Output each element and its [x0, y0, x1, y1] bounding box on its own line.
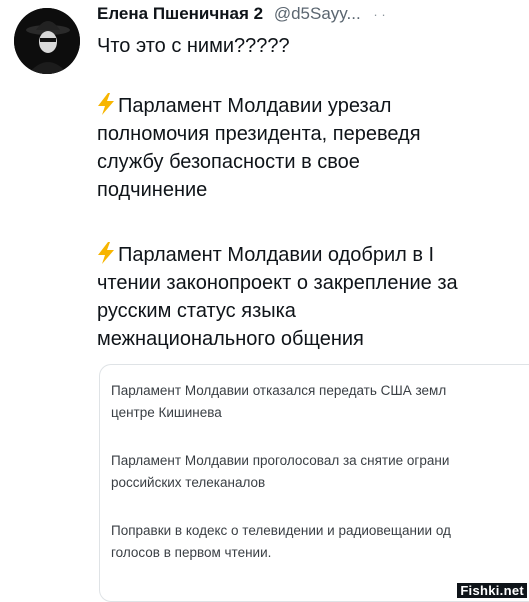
- tweet-lead-text: Что это с ними?????: [97, 35, 290, 57]
- card-text-line: Парламент Молдавии отказался передать СШ…: [111, 383, 447, 398]
- card-text-line: российских телеканалов: [111, 475, 266, 490]
- link-preview-card[interactable]: Парламент Молдавии отказался передать СШ…: [99, 364, 529, 602]
- avatar-image: [14, 8, 80, 74]
- tweet-header: Елена Пшеничная 2 @d5Sayy... · ·: [97, 2, 529, 26]
- avatar[interactable]: [14, 8, 80, 74]
- author-name[interactable]: Елена Пшеничная 2: [97, 4, 263, 23]
- watermark: Fishki.net: [457, 583, 527, 598]
- lightning-icon: [98, 93, 114, 115]
- card-text-line: голосов в первом чтении.: [111, 545, 272, 560]
- tweet-item-text: Парламент Молдавии одобрил в I чтении за…: [97, 244, 458, 350]
- card-text-line: центре Кишинева: [111, 405, 222, 420]
- card-text-line: Поправки в кодекс о телевидении и радиов…: [111, 523, 451, 538]
- more-options-icon[interactable]: · ·: [373, 7, 385, 22]
- lightning-icon: [98, 242, 114, 264]
- tweet-item: Парламент Молдавии одобрил в I чтении за…: [97, 241, 522, 353]
- tweet-item: Парламент Молдавии урезал полномочия пре…: [97, 92, 522, 204]
- author-handle[interactable]: @d5Sayy...: [274, 4, 361, 23]
- tweet-item-text: Парламент Молдавии урезал полномочия пре…: [97, 95, 421, 201]
- card-text-line: Парламент Молдавии проголосовал за сняти…: [111, 453, 450, 468]
